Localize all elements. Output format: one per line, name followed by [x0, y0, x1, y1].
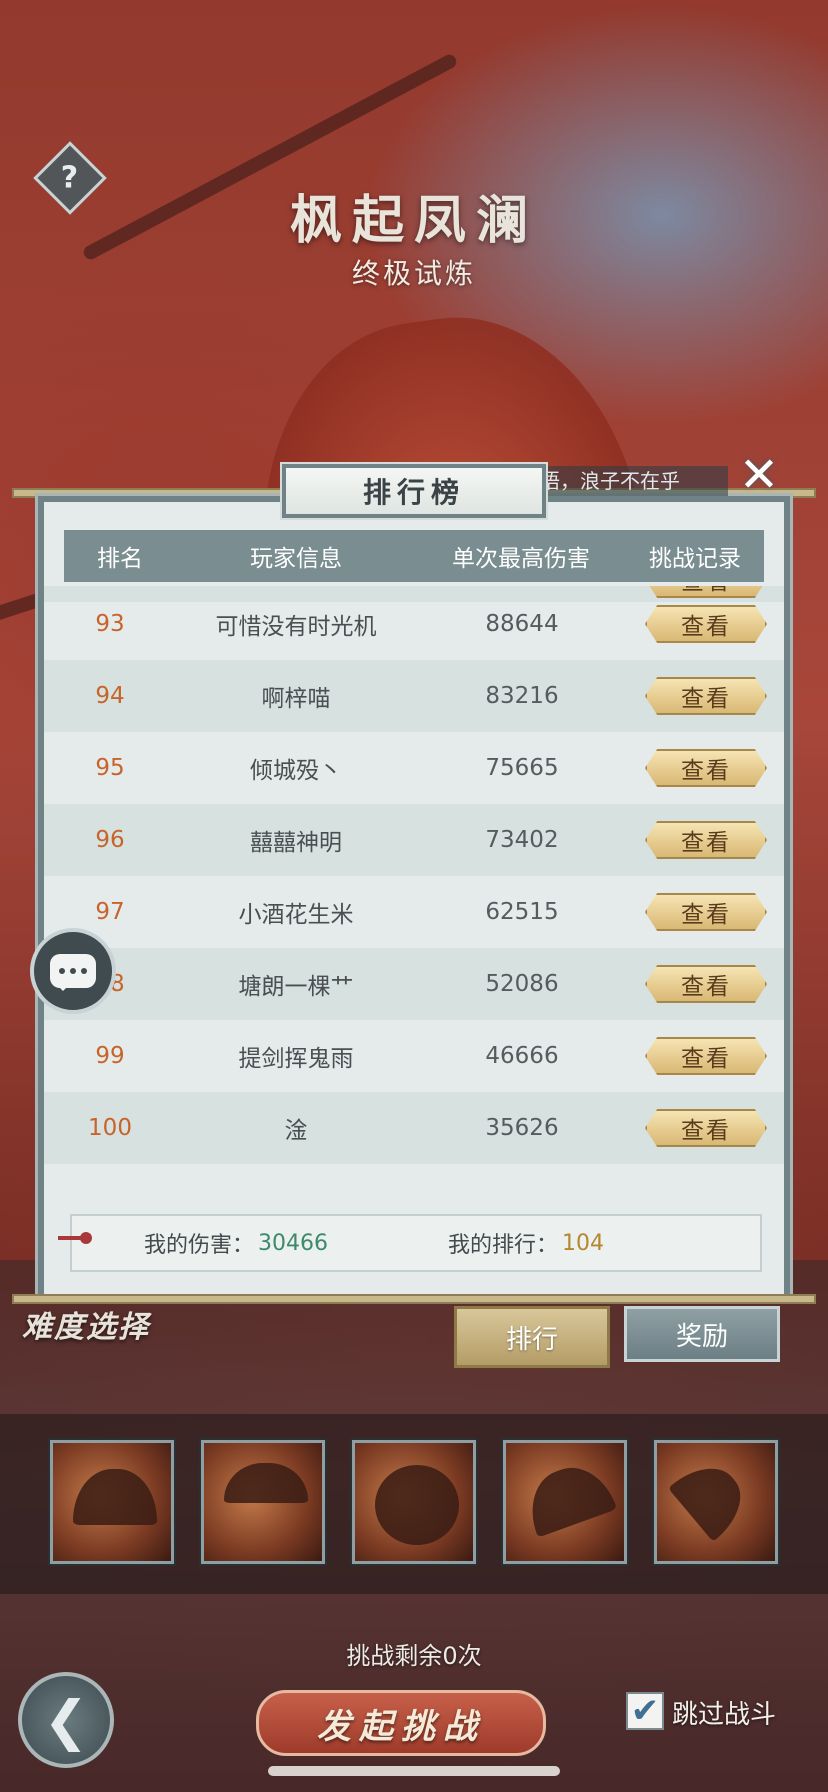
table-row: 100 淦 35626 查看 — [44, 1092, 784, 1164]
umbrella-skill-5-icon[interactable] — [654, 1440, 778, 1564]
rank-cell: 94 — [95, 683, 125, 709]
header-record: 挑战记录 — [649, 546, 741, 572]
player-name-cell: 塘朗一棵艹 — [238, 974, 354, 1000]
leaderboard-header: 排名 玩家信息 单次最高伤害 挑战记录 — [64, 530, 764, 582]
view-record-button[interactable]: 查看 — [645, 749, 767, 787]
player-name-cell: 囍囍神明 — [250, 830, 342, 856]
rank-cell: 96 — [95, 827, 125, 853]
rank-cell: 97 — [95, 899, 125, 925]
table-row: 93 可惜没有时光机 88644 查看 — [44, 588, 784, 660]
damage-cell: 88644 — [485, 611, 559, 637]
table-row: 99 提剑挥鬼雨 46666 查看 — [44, 1020, 784, 1092]
my-damage-label: 我的伤害： — [144, 1233, 255, 1258]
checkmark-icon: ✔ — [630, 1691, 660, 1731]
header-player: 玩家信息 — [250, 546, 342, 572]
damage-cell: 75665 — [485, 755, 559, 781]
view-record-button[interactable]: 查看 — [645, 605, 767, 643]
table-row: 96 囍囍神明 73402 查看 — [44, 804, 784, 876]
view-record-button[interactable]: 查看 — [645, 965, 767, 1003]
table-row: 94 啊梓喵 83216 查看 — [44, 660, 784, 732]
player-name-cell: 淦 — [284, 1118, 308, 1144]
damage-cell: 62515 — [485, 899, 559, 925]
rank-cell: 95 — [95, 755, 125, 781]
table-row: 95 倾城殁丶 75665 查看 — [44, 732, 784, 804]
skip-battle-checkbox[interactable]: ✔ — [626, 1691, 664, 1731]
view-record-button[interactable]: 查看 — [645, 1037, 767, 1075]
damage-cell: 52086 — [485, 971, 559, 997]
umbrella-skill-1-icon[interactable] — [50, 1440, 174, 1564]
my-rank-label: 我的排行： — [448, 1233, 559, 1258]
umbrella-skill-2-icon[interactable] — [201, 1440, 325, 1564]
damage-cell: 83216 — [485, 683, 559, 709]
rank-cell: 93 — [95, 611, 125, 637]
player-name-cell: 倾城殁丶 — [250, 758, 342, 784]
chat-button[interactable] — [30, 928, 116, 1014]
my-stats-bar: 我的伤害： 30466 我的排行： 104 — [70, 1214, 762, 1272]
event-title: 枫起凤澜 — [289, 190, 538, 251]
table-row: 98 塘朗一棵艹 52086 查看 — [44, 948, 784, 1020]
rank-cell: 99 — [95, 1043, 125, 1069]
header-rank: 排名 — [97, 546, 143, 572]
player-name-cell: 提剑挥鬼雨 — [238, 1046, 354, 1072]
view-record-button[interactable]: 查看 — [645, 1109, 767, 1147]
home-indicator[interactable] — [268, 1766, 560, 1776]
tab-rank[interactable]: 排行 — [454, 1306, 610, 1368]
difficulty-label: 难度选择 — [22, 1310, 150, 1345]
event-subtitle: 终极试炼 — [351, 257, 476, 290]
pin-icon — [58, 1232, 92, 1244]
umbrella-skill-4-icon[interactable] — [503, 1440, 627, 1564]
skill-bar — [0, 1414, 828, 1594]
player-name-cell: 可惜没有时光机 — [215, 614, 377, 640]
skip-battle-label[interactable]: 跳过战斗 — [672, 1694, 776, 1731]
view-record-button[interactable]: 查看 — [645, 677, 767, 715]
close-icon[interactable]: ✕ — [732, 447, 786, 503]
start-challenge-button[interactable]: 发起挑战 — [256, 1690, 546, 1756]
view-record-button[interactable]: 查看 — [645, 821, 767, 859]
remaining-attempts: 挑战剩余0次 — [346, 1642, 482, 1670]
back-button[interactable]: ❮ — [18, 1672, 114, 1768]
player-name-cell: 啊梓喵 — [261, 686, 331, 712]
header-damage: 单次最高伤害 — [452, 546, 590, 572]
damage-cell: 73402 — [485, 827, 559, 853]
player-name-cell: 小酒花生米 — [238, 902, 354, 928]
tab-reward[interactable]: 奖励 — [624, 1306, 780, 1362]
chat-bubble-icon — [50, 954, 96, 991]
leaderboard-list[interactable]: 查看 93 可惜没有时光机 88644 查看 94 啊梓喵 83216 查看 9… — [44, 586, 784, 1196]
view-record-button[interactable]: 查看 — [645, 893, 767, 931]
rank-cell: 100 — [88, 1115, 132, 1141]
umbrella-skill-3-icon[interactable] — [352, 1440, 476, 1564]
table-row: 97 小酒花生米 62515 查看 — [44, 876, 784, 948]
damage-cell: 35626 — [485, 1115, 559, 1141]
my-rank-value: 104 — [562, 1230, 605, 1256]
leaderboard-title: 排行榜 — [282, 464, 546, 518]
my-damage-value: 30466 — [258, 1230, 329, 1256]
back-arrow-icon: ❮ — [43, 1688, 89, 1752]
damage-cell: 46666 — [485, 1043, 559, 1069]
